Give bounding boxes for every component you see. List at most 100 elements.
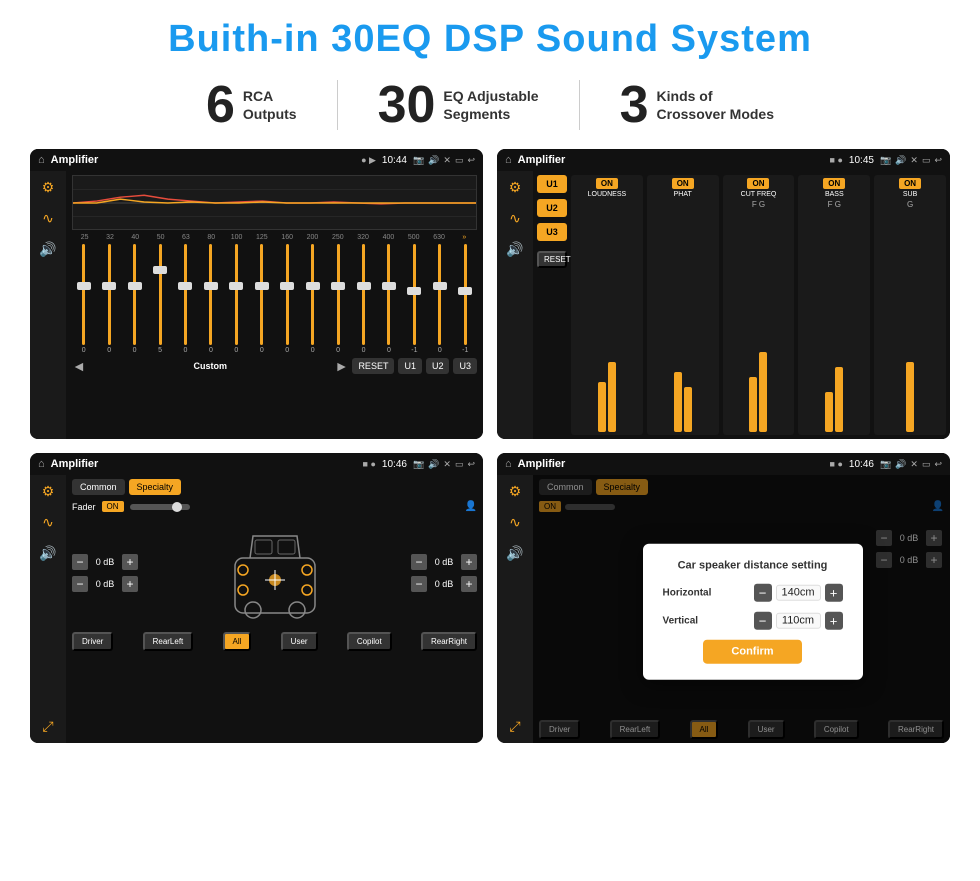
eq-slider-1[interactable]: 0 (97, 244, 120, 354)
all-button[interactable]: All (223, 632, 252, 651)
vertical-minus-button[interactable]: − (754, 612, 772, 630)
sub-on-button[interactable]: ON (899, 178, 921, 189)
sidebar-speaker-icon-2[interactable]: 🔊 (506, 241, 523, 258)
loudness-sliders (574, 200, 640, 432)
sub-slider-1[interactable] (906, 362, 914, 432)
horizontal-plus-button[interactable]: + (825, 584, 843, 602)
cutfreq-on-button[interactable]: ON (747, 178, 769, 189)
eq-slider-0[interactable]: 0 (72, 244, 95, 354)
confirm-button[interactable]: Confirm (703, 640, 801, 664)
sidebar-tune-icon[interactable]: ⚙ (42, 179, 55, 196)
freq-400: 400 (376, 234, 401, 241)
next-preset-button[interactable]: ► (335, 358, 349, 374)
topbar-title-crossover: Amplifier (518, 154, 824, 166)
u3-crossover-button[interactable]: U3 (537, 223, 567, 241)
eq-slider-14[interactable]: 0 (428, 244, 451, 354)
fader-slider[interactable] (130, 504, 190, 510)
u3-button-eq[interactable]: U3 (453, 358, 477, 374)
topbar-title-eq: Amplifier (51, 154, 355, 166)
menu-icon: ▭ (455, 155, 464, 166)
prev-preset-button[interactable]: ◄ (72, 358, 86, 374)
volume-icon-2: 🔊 (895, 155, 906, 166)
sidebar-arrow-icon-4[interactable]: ⤢ (509, 718, 520, 735)
db-plus-tr[interactable]: + (461, 554, 477, 570)
topbar-distance: ⌂ Amplifier ■ ● 10:46 📷 🔊 ✕ ▭ ↩ (497, 453, 950, 475)
bass-slider-2[interactable] (835, 367, 843, 432)
rearright-button[interactable]: RearRight (421, 632, 477, 651)
sidebar-speaker-icon-4[interactable]: 🔊 (506, 545, 523, 562)
fader-row: Fader ON 👤 (72, 501, 477, 512)
eq-slider-11[interactable]: 0 (352, 244, 375, 354)
rearleft-button[interactable]: RearLeft (143, 632, 194, 651)
eq-slider-5[interactable]: 0 (199, 244, 222, 354)
vertical-plus-button[interactable]: + (825, 612, 843, 630)
fader-label: Fader (72, 502, 96, 512)
sidebar-tune-icon-4[interactable]: ⚙ (509, 483, 522, 500)
loudness-slider-2[interactable] (608, 362, 616, 432)
driver-button[interactable]: Driver (72, 632, 113, 651)
cutfreq-slider-1[interactable] (749, 377, 757, 432)
db-plus-bl[interactable]: + (122, 576, 138, 592)
sidebar-tune-icon-3[interactable]: ⚙ (42, 483, 55, 500)
stat-crossover: 3 Kinds of Crossover Modes (580, 79, 814, 131)
common-tab[interactable]: Common (72, 479, 125, 495)
sidebar-speaker-icon[interactable]: 🔊 (39, 241, 56, 258)
eq-slider-13[interactable]: -1 (403, 244, 426, 354)
eq-slider-10[interactable]: 0 (326, 244, 349, 354)
cutfreq-slider-2[interactable] (759, 352, 767, 432)
db-minus-bl[interactable]: − (72, 576, 88, 592)
sidebar-wave-icon[interactable]: ∿ (42, 210, 54, 227)
db-control-top-left: − 0 dB + (72, 554, 138, 570)
sidebar-tune-icon-2[interactable]: ⚙ (509, 179, 522, 196)
stats-row: 6 RCA Outputs 30 EQ Adjustable Segments … (30, 79, 950, 131)
user-button[interactable]: User (281, 632, 318, 651)
fader-on-button[interactable]: ON (102, 501, 124, 512)
phat-slider-2[interactable] (684, 387, 692, 432)
db-minus-br[interactable]: − (411, 576, 427, 592)
eq-slider-2[interactable]: 0 (123, 244, 146, 354)
back-icon-4: ↩ (934, 459, 942, 470)
copilot-button[interactable]: Copilot (347, 632, 392, 651)
eq-slider-7[interactable]: 0 (250, 244, 273, 354)
u1-crossover-button[interactable]: U1 (537, 175, 567, 193)
speaker-left-controls: − 0 dB + − 0 dB + (72, 554, 138, 592)
db-minus-tl[interactable]: − (72, 554, 88, 570)
crossover-modules: ON LOUDNESS ON PHAT (571, 175, 946, 435)
sidebar-speaker-icon-3[interactable]: 🔊 (39, 545, 56, 562)
db-minus-tr[interactable]: − (411, 554, 427, 570)
home-icon: ⌂ (38, 154, 45, 166)
eq-slider-4[interactable]: 0 (174, 244, 197, 354)
topbar-crossover: ⌂ Amplifier ■ ● 10:45 📷 🔊 ✕ ▭ ↩ (497, 149, 950, 171)
horizontal-minus-button[interactable]: − (754, 584, 772, 602)
specialty-tab[interactable]: Specialty (129, 479, 182, 495)
eq-slider-15[interactable]: -1 (454, 244, 477, 354)
eq-slider-12[interactable]: 0 (377, 244, 400, 354)
sidebar-wave-icon-2[interactable]: ∿ (509, 210, 521, 227)
distance-dialog: Car speaker distance setting Horizontal … (643, 544, 863, 680)
loudness-slider-1[interactable] (598, 382, 606, 432)
vertical-row: Vertical − 110cm + (663, 612, 843, 630)
menu-icon-2: ▭ (922, 155, 931, 166)
bass-on-button[interactable]: ON (823, 178, 845, 189)
eq-slider-3[interactable]: 5 (148, 244, 171, 354)
loudness-on-button[interactable]: ON (596, 178, 618, 189)
reset-crossover-button[interactable]: RESET (537, 251, 567, 268)
expand-icon[interactable]: » (452, 234, 477, 241)
db-plus-br[interactable]: + (461, 576, 477, 592)
u2-button-eq[interactable]: U2 (426, 358, 450, 374)
screenshots-grid: ⌂ Amplifier ● ▶ 10:44 📷 🔊 ✕ ▭ ↩ ⚙ ∿ 🔊 (30, 149, 950, 743)
reset-button-eq[interactable]: RESET (352, 358, 394, 374)
sidebar-wave-icon-4[interactable]: ∿ (509, 514, 521, 531)
db-plus-tl[interactable]: + (122, 554, 138, 570)
phat-slider-1[interactable] (674, 372, 682, 432)
eq-slider-8[interactable]: 0 (276, 244, 299, 354)
u2-crossover-button[interactable]: U2 (537, 199, 567, 217)
sidebar-arrow-icon[interactable]: ⤢ (42, 718, 53, 735)
sidebar-wave-icon-3[interactable]: ∿ (42, 514, 54, 531)
eq-slider-9[interactable]: 0 (301, 244, 324, 354)
bass-slider-1[interactable] (825, 392, 833, 432)
eq-slider-6[interactable]: 0 (225, 244, 248, 354)
close-icon: ✕ (443, 155, 451, 166)
u1-button-eq[interactable]: U1 (398, 358, 422, 374)
phat-on-button[interactable]: ON (672, 178, 694, 189)
